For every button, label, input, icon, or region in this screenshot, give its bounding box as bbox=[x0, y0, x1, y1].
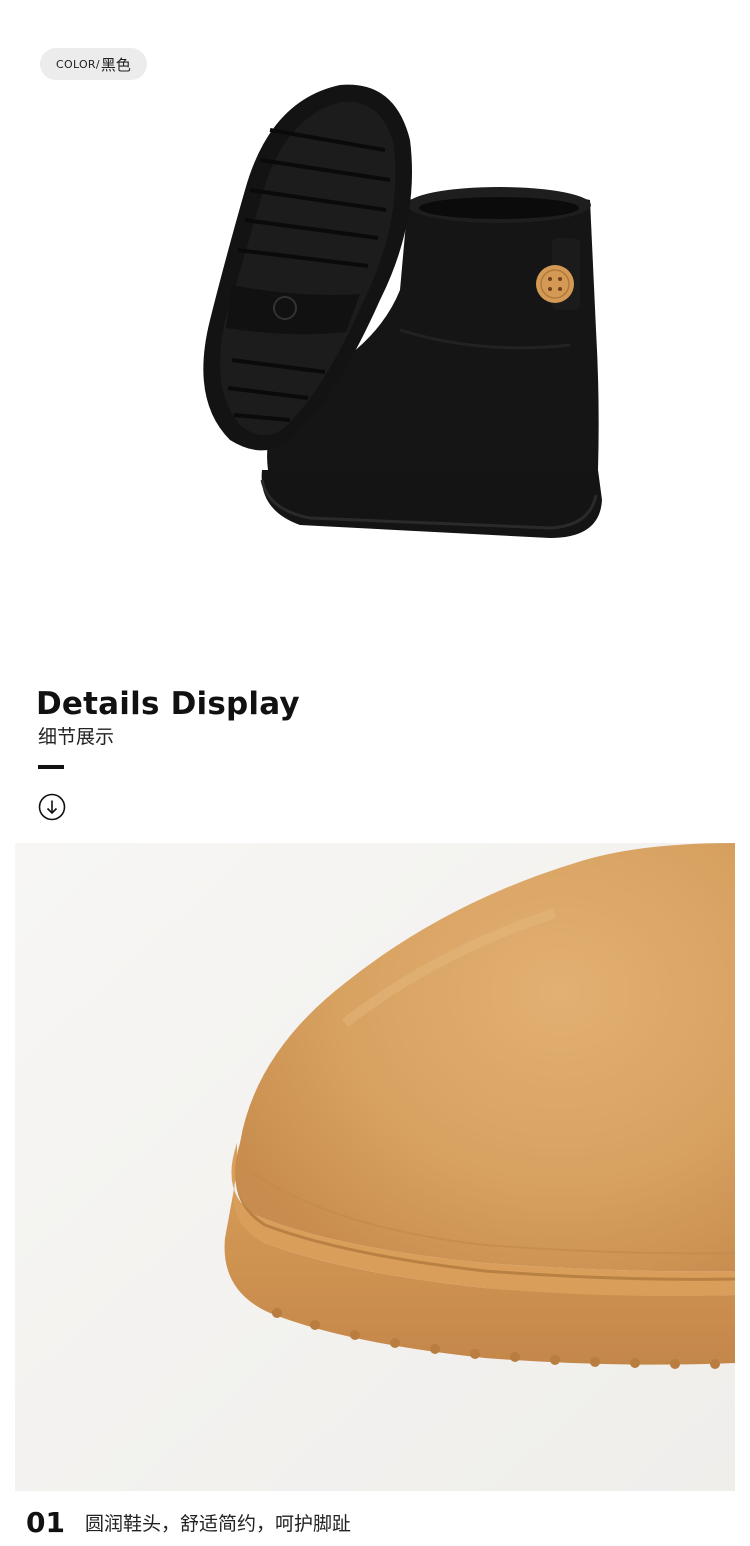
color-tag: COLOR/ 黑色 bbox=[40, 48, 147, 80]
color-tag-prefix: COLOR/ bbox=[56, 57, 100, 71]
tan-boot-toe-illustration bbox=[15, 843, 735, 1491]
feature-caption: 01 圆润鞋头，舒适简约，呵护脚趾 bbox=[26, 1500, 351, 1544]
feature-text: 圆润鞋头，舒适简约，呵护脚趾 bbox=[84, 1512, 351, 1535]
arrow-down-circle-icon[interactable] bbox=[38, 793, 66, 821]
feature-number: 01 bbox=[26, 1505, 65, 1539]
details-subtitle: 细节展示 bbox=[38, 726, 115, 748]
details-title: Details Display bbox=[36, 686, 300, 722]
color-tag-value: 黑色 bbox=[100, 55, 131, 74]
black-boots-photo bbox=[203, 84, 602, 538]
heading-underline bbox=[38, 765, 64, 769]
boot-toe-closeup-photo bbox=[15, 843, 735, 1491]
